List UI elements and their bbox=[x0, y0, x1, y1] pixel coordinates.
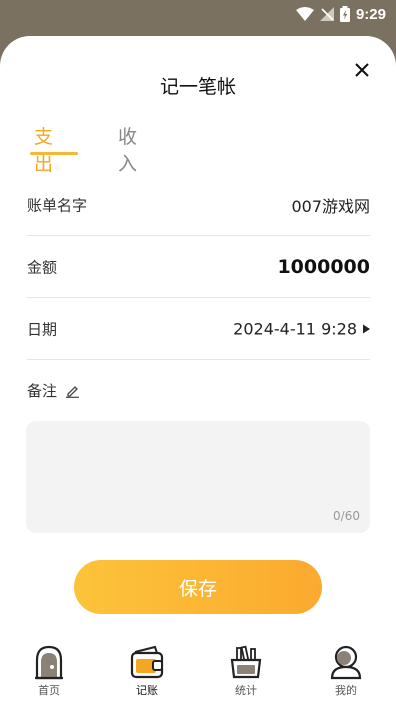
status-time: 9:29 bbox=[355, 5, 386, 23]
amount-row: 金额 1000000 bbox=[27, 236, 370, 298]
profile-icon bbox=[330, 645, 362, 680]
tabbar-item-bookkeeping[interactable]: 记账 bbox=[112, 644, 182, 698]
close-icon[interactable] bbox=[354, 62, 370, 78]
tabbar-item-home[interactable]: 首页 bbox=[14, 644, 84, 698]
tabbar-item-profile[interactable]: 我的 bbox=[311, 644, 381, 698]
remark-label: 备注 bbox=[27, 381, 58, 400]
tabbar-label-stats: 统计 bbox=[235, 684, 257, 697]
add-bill-sheet: 记一笔帐 支出 收入 账单名字 007游戏网 金额 1000000 日期 202… bbox=[0, 36, 396, 704]
active-tab-indicator bbox=[30, 152, 78, 155]
amount-label: 金额 bbox=[27, 258, 58, 276]
remark-box: 0/60 bbox=[26, 421, 370, 533]
status-bar: 9:29 bbox=[0, 0, 396, 28]
wallet-icon bbox=[130, 645, 164, 679]
bill-name-field[interactable]: 007游戏网 bbox=[291, 193, 370, 217]
tabbar-label-bookkeeping: 记账 bbox=[136, 684, 158, 697]
date-value: 2024-4-11 9:28 bbox=[233, 319, 357, 338]
bottom-tabbar: 首页 记账 统计 我的 bbox=[0, 638, 396, 704]
remark-row: 备注 bbox=[27, 378, 80, 402]
date-row: 日期 2024-4-11 9:28 bbox=[27, 298, 370, 360]
tab-income[interactable]: 收入 bbox=[118, 122, 137, 176]
date-label: 日期 bbox=[27, 320, 58, 338]
tabbar-item-stats[interactable]: 统计 bbox=[211, 644, 281, 698]
save-button[interactable]: 保存 bbox=[74, 560, 322, 614]
caret-right-icon bbox=[363, 324, 370, 333]
stats-icon bbox=[230, 645, 262, 679]
no-signal-icon bbox=[319, 7, 334, 21]
remark-input[interactable] bbox=[26, 421, 370, 533]
date-picker[interactable]: 2024-4-11 9:28 bbox=[233, 319, 370, 338]
bill-name-label: 账单名字 bbox=[27, 196, 88, 214]
tabbar-label-home: 首页 bbox=[38, 684, 60, 697]
home-icon bbox=[35, 645, 63, 680]
wifi-icon bbox=[295, 7, 314, 21]
tabbar-label-profile: 我的 bbox=[335, 684, 357, 697]
bill-name-row: 账单名字 007游戏网 bbox=[27, 174, 370, 236]
amount-field[interactable]: 1000000 bbox=[277, 256, 370, 278]
sheet-title: 记一笔帐 bbox=[159, 76, 236, 98]
status-icons: 9:29 bbox=[295, 4, 386, 24]
pencil-icon bbox=[66, 385, 80, 398]
remark-counter: 0/60 bbox=[333, 509, 360, 523]
battery-charging-icon bbox=[339, 6, 350, 22]
tab-expense[interactable]: 支出 bbox=[34, 122, 53, 176]
